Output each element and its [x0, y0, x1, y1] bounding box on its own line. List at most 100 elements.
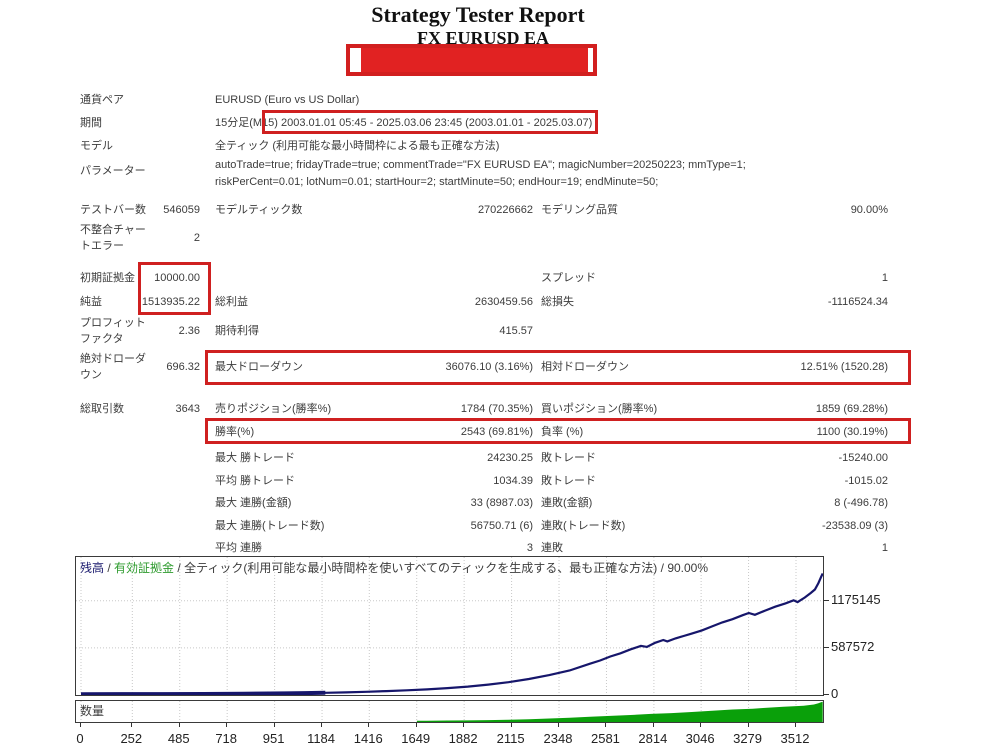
table-cell-value: 1034.39 [493, 475, 533, 487]
table-cell-value: 56750.71 (6) [470, 520, 533, 532]
volume-chart: 数量 [75, 700, 824, 723]
table-cell-value: 33 (8987.03) [470, 497, 533, 509]
table-cell-value: 3643 [175, 403, 200, 415]
x-axis-tick-label: 3512 [780, 731, 810, 746]
x-axis-tick-label: 0 [76, 731, 84, 746]
legend-separator: / [174, 561, 185, 575]
x-axis-tick-label: 2348 [543, 731, 573, 746]
table-cell-label: モデリング品質 [541, 204, 618, 216]
table-cell-label: 期待利得 [215, 325, 259, 337]
x-axis-tick-label: 2814 [638, 731, 668, 746]
table-cell-label: 平均 勝トレード [215, 475, 296, 487]
table-cell-value: -15240.00 [838, 452, 888, 464]
table-row: 不整合チャートエラー 2 [0, 222, 1000, 252]
table-cell-value: 1513935.22 [141, 296, 200, 308]
x-axis-tick [273, 723, 275, 727]
table-row: 総取引数 3643 売りポジション(勝率%) 1784 (70.35%) 買いポジション… [0, 401, 1000, 424]
x-axis-tick [368, 723, 370, 727]
x-axis-tick [463, 723, 465, 727]
table-cell-label: autoTrade=true; fridayTrade=true; commen… [215, 159, 746, 188]
table-row: 勝率(%) 2543 (69.81%) 負率 (%) 1100 (30.19%) [0, 424, 1000, 447]
table-cell-label: 連敗(金額) [541, 497, 593, 509]
x-axis-tick [510, 723, 512, 727]
table-cell-label: 連敗 [541, 542, 563, 554]
x-axis-tick-label: 252 [120, 731, 143, 746]
table-cell-label: 通貨ペア [80, 94, 124, 106]
table-cell-value: 270226662 [477, 204, 533, 216]
legend-model-label: 全ティック(利用可能な最小時間枠を使いすべてのティックを生成する、最も正確な方法… [184, 561, 658, 575]
table-row: 絶対ドローダウン 696.32 最大ドローダウン 36076.10 (3.16%) 相対… [0, 351, 1000, 381]
redaction-box [346, 44, 597, 76]
x-axis-tick [558, 723, 560, 727]
x-axis-tick-label: 2115 [496, 731, 525, 746]
x-axis-tick [321, 723, 323, 727]
x-axis-tick-label: 1184 [307, 731, 336, 746]
table-row: 最大 勝トレード 24230.25 敗トレード -15240.00 [0, 450, 1000, 473]
table-cell-label: 勝率(%) [215, 426, 255, 438]
table-cell-label: モデル [80, 140, 113, 152]
y-axis-tick-label: 0 [831, 686, 839, 701]
table-row: パラメーター autoTrade=true; fridayTrade=true; … [0, 157, 1000, 188]
strategy-tester-report-page: Strategy Tester Report FX EURUSD EA 通貨ペア… [0, 0, 1000, 751]
table-cell-value: -1015.02 [844, 475, 888, 487]
table-cell-value: 2.36 [178, 325, 200, 337]
table-cell-value: 10000.00 [154, 272, 200, 284]
y-axis-tick-label: 1175145 [831, 591, 881, 607]
table-cell-value: -1116524.34 [827, 296, 888, 308]
table-cell-label: 最大 連勝(トレード数) [215, 520, 325, 532]
table-row: 初期証拠金 10000.00 スプレッド 1 [0, 270, 1000, 293]
table-cell-label: 買いポジション(勝率%) [541, 403, 658, 415]
table-cell-label: 最大 勝トレード [215, 452, 296, 464]
table-cell-label: 総利益 [215, 296, 248, 308]
table-cell-value: 36076.10 (3.16%) [445, 361, 533, 373]
table-row: 期間 15分足(M15) 2003.01.01 05:45 - 2025.03.0… [0, 115, 1000, 138]
table-cell-label: パラメーター [80, 165, 146, 177]
legend-balance-label: 残高 [80, 561, 105, 575]
table-row: 平均 勝トレード 1034.39 敗トレード -1015.02 [0, 473, 1000, 496]
legend-quality: 90.00% [667, 561, 709, 575]
x-axis-tick [415, 723, 417, 727]
table-cell-value: 1100 (30.19%) [816, 426, 888, 438]
x-axis-tick-label: 1882 [448, 731, 478, 746]
table-cell-value: 1 [881, 272, 888, 284]
table-cell-label: 相対ドローダウン [541, 361, 629, 373]
x-axis-tick [605, 723, 607, 727]
x-axis-tick-label: 3046 [685, 731, 715, 746]
x-axis-tick [700, 723, 702, 727]
report-title: Strategy Tester Report [371, 2, 585, 27]
table-cell-label: 期間 [80, 117, 102, 129]
table-cell-label: 全ティック (利用可能な最小時間枠による最も正確な方法) [215, 140, 500, 152]
table-cell-value: 12.51% (1520.28) [800, 361, 888, 373]
y-axis-tick-label: 587572 [831, 638, 875, 654]
legend-separator: / [104, 561, 115, 575]
table-cell-value: 696.32 [166, 361, 200, 373]
table-cell-label: 15分足(M15) 2003.01.01 05:45 - 2025.03.06 … [215, 117, 593, 129]
x-axis-tick-label: 485 [167, 731, 190, 746]
table-cell-label: EURUSD (Euro vs US Dollar) [215, 94, 360, 106]
balance-line [80, 690, 326, 695]
table-cell-value: 1784 (70.35%) [460, 403, 533, 415]
table-cell-label: 売りポジション(勝率%) [215, 403, 332, 415]
x-axis-tick [80, 723, 81, 727]
table-cell-label: スプレッド [541, 272, 596, 284]
table-row: 最大 連勝(トレード数) 56750.71 (6) 連敗(トレード数) -23538.… [0, 518, 1000, 541]
x-axis-tick-label: 1649 [401, 731, 431, 746]
y-axis-tick [823, 646, 829, 648]
x-axis-tick-label: 1416 [353, 731, 383, 746]
legend-equity-label: 有効証拠金 [114, 561, 175, 575]
y-axis-tick [823, 599, 829, 601]
table-cell-value: 3 [526, 542, 533, 554]
x-axis-tick-label: 951 [262, 731, 285, 746]
table-cell-label: 平均 連勝 [215, 542, 263, 554]
volume-chart-canvas [80, 701, 823, 722]
volume-area [416, 701, 823, 722]
x-axis-tick [226, 723, 228, 727]
table-cell-value: 546059 [163, 204, 200, 216]
balance-line [80, 573, 823, 695]
table-cell-value: 1859 (69.28%) [815, 403, 888, 415]
x-axis-tick-label: 718 [215, 731, 238, 746]
table-cell-label: 敗トレード [541, 452, 596, 464]
table-cell-label: 連敗(トレード数) [541, 520, 626, 532]
table-row: 純益 1513935.22 総利益 2630459.56 総損失 -1116524.34 [0, 294, 1000, 317]
x-axis-tick [795, 723, 796, 727]
